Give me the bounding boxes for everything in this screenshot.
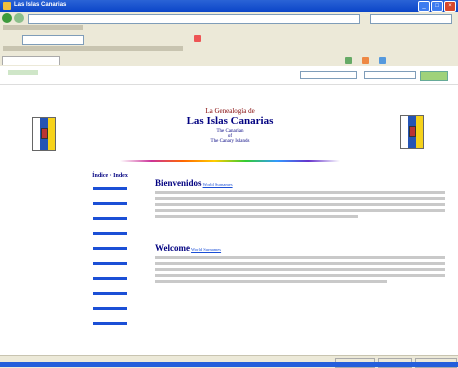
browser-icon	[3, 2, 11, 10]
window-titlebar: Las Islas Canarias _ □ ×	[0, 0, 458, 12]
forward-button[interactable]	[14, 13, 24, 23]
world-surnames-link-en[interactable]: World Surnames	[191, 247, 221, 252]
menu-items[interactable]	[3, 25, 83, 30]
back-button[interactable]	[2, 13, 12, 23]
window-title: Las Islas Canarias	[14, 2, 67, 8]
sidebar-link[interactable]	[93, 202, 127, 205]
sidebar-link[interactable]	[93, 262, 127, 265]
site-logo[interactable]	[8, 70, 38, 75]
sidebar-link[interactable]	[93, 247, 127, 250]
taskbar	[0, 362, 458, 367]
welcome-paragraph: Welcome World Surnames	[155, 244, 445, 283]
username-field[interactable]	[300, 71, 357, 79]
sidebar-link[interactable]	[93, 322, 127, 325]
password-field[interactable]	[364, 71, 416, 79]
maximize-button[interactable]: □	[431, 1, 443, 12]
favorites-items[interactable]	[3, 46, 183, 51]
intro-paragraph: Bienvenidos World Surnames	[155, 179, 445, 218]
page-content: La Genealogía de Las Islas Canarias The …	[0, 85, 458, 355]
close-button[interactable]: ×	[444, 1, 456, 12]
page-title: La Genealogía de Las Islas Canarias The …	[186, 107, 274, 144]
canary-flag-left	[32, 117, 56, 151]
bookmark-icon[interactable]	[194, 35, 201, 42]
world-surnames-link[interactable]: World Surnames	[203, 182, 233, 187]
rainbow-divider	[120, 160, 340, 162]
canary-flag-right	[400, 115, 424, 149]
print-icon[interactable]	[379, 57, 386, 64]
tab-current[interactable]	[2, 56, 60, 65]
google-search-field[interactable]	[22, 35, 84, 45]
sidebar-index: Índice · Index	[80, 173, 140, 325]
feeds-icon[interactable]	[362, 57, 369, 64]
home-icon[interactable]	[345, 57, 352, 64]
flag-emblem-icon	[409, 126, 416, 137]
url-field[interactable]	[28, 14, 360, 24]
sidebar-link[interactable]	[93, 217, 127, 220]
sidebar-link[interactable]	[93, 277, 127, 280]
minimize-button[interactable]: _	[418, 1, 430, 12]
sidebar-link[interactable]	[93, 232, 127, 235]
sidebar-link[interactable]	[93, 307, 127, 310]
login-button[interactable]	[420, 71, 448, 81]
sidebar-link[interactable]	[93, 187, 127, 190]
site-login-bar	[0, 66, 458, 85]
sidebar-link[interactable]	[93, 292, 127, 295]
flag-emblem-icon	[41, 128, 48, 139]
search-box[interactable]	[370, 14, 452, 24]
